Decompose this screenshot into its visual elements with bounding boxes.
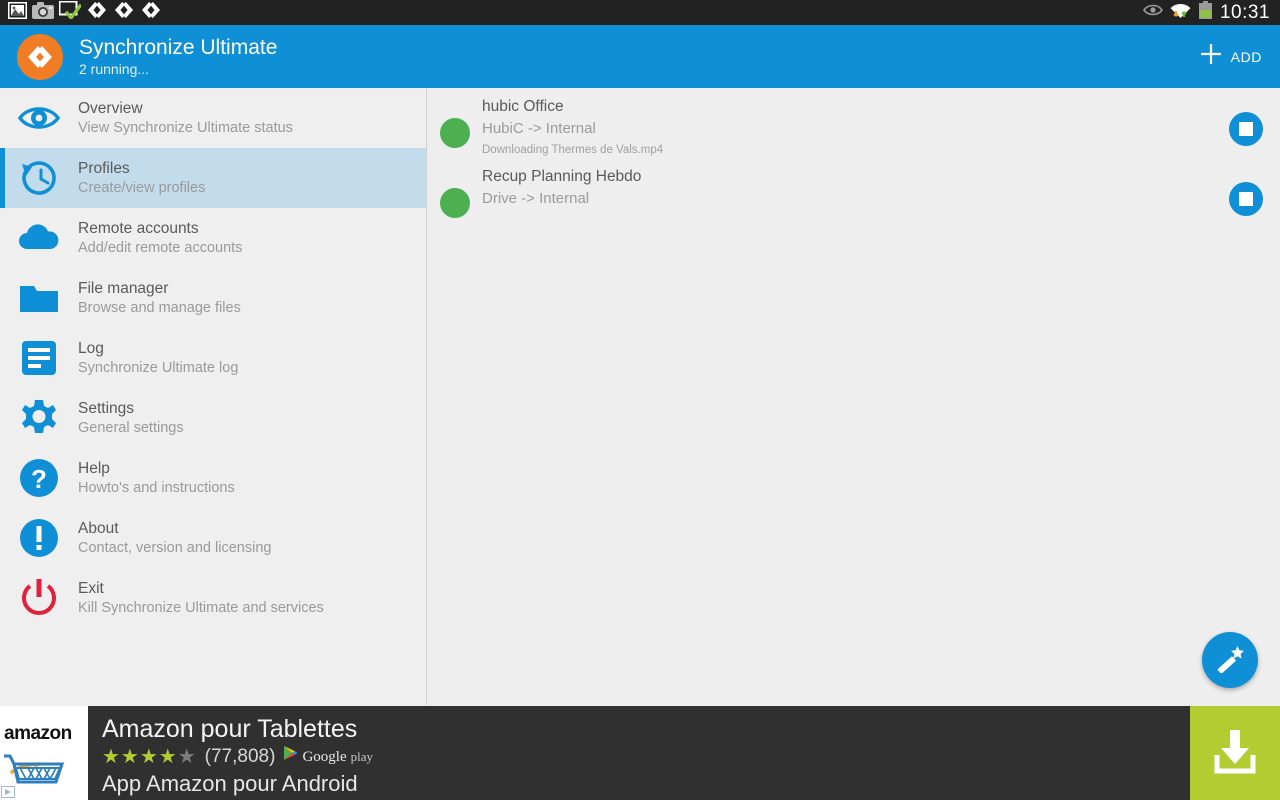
battery-icon bbox=[1198, 0, 1213, 25]
power-off-icon bbox=[17, 576, 61, 620]
eye-visibility-icon bbox=[1142, 3, 1163, 22]
profile-name: Recup Planning Hebdo bbox=[482, 168, 642, 185]
stop-profile-button[interactable] bbox=[1229, 182, 1263, 216]
history-clock-icon bbox=[17, 156, 61, 200]
sidebar-item-log[interactable]: Log Synchronize Ultimate log bbox=[0, 328, 426, 388]
download-icon bbox=[1208, 726, 1262, 781]
sync-notification-icon-2 bbox=[113, 1, 135, 24]
plus-icon bbox=[1198, 41, 1224, 72]
ad-install-button[interactable] bbox=[1190, 706, 1280, 800]
sidebar-item-sublabel: View Synchronize Ultimate status bbox=[78, 119, 293, 136]
sidebar-item-sublabel: Synchronize Ultimate log bbox=[78, 359, 239, 376]
profile-row[interactable]: hubic Office HubiC -> Internal Downloadi… bbox=[428, 88, 1280, 158]
profile-row[interactable]: Recup Planning Hebdo Drive -> Internal bbox=[428, 158, 1280, 218]
folder-icon bbox=[17, 276, 61, 320]
sidebar-item-about[interactable]: About Contact, version and licensing bbox=[0, 508, 426, 568]
sidebar-item-exit[interactable]: Exit Kill Synchronize Ultimate and servi… bbox=[0, 568, 426, 628]
sidebar-item-help[interactable]: ? Help Howto's and instructions bbox=[0, 448, 426, 508]
advertisement-banner[interactable]: amazon Amazon pour Tablettes ★★★★★ (77,8… bbox=[0, 706, 1280, 800]
sidebar-item-sublabel: General settings bbox=[78, 419, 184, 436]
ad-title: Amazon pour Tablettes bbox=[102, 715, 358, 743]
sidebar-item-label: Remote accounts bbox=[78, 219, 199, 237]
sidebar-item-overview[interactable]: Overview View Synchronize Ultimate statu… bbox=[0, 88, 426, 148]
info-exclamation-icon bbox=[17, 516, 61, 560]
ad-choices-icon[interactable] bbox=[1, 786, 15, 798]
google-play-label-2: play bbox=[350, 749, 373, 764]
synchronize-ultimate-logo bbox=[17, 33, 63, 80]
google-play-label: Google bbox=[302, 749, 347, 765]
svg-text:?: ? bbox=[31, 464, 47, 494]
stop-profile-button[interactable] bbox=[1229, 112, 1263, 146]
profile-activity-text: Downloading Thermes de Vals.mp4 bbox=[482, 144, 664, 156]
sidebar-item-label: About bbox=[78, 519, 119, 537]
ad-thumbnail: amazon bbox=[0, 706, 88, 800]
sync-notification-icon-1 bbox=[86, 1, 108, 24]
sidebar-item-label: Exit bbox=[78, 579, 104, 597]
sidebar-item-file-manager[interactable]: File manager Browse and manage files bbox=[0, 268, 426, 328]
status-bar-notification-icons bbox=[0, 0, 162, 24]
profile-status-indicator bbox=[428, 166, 482, 218]
profiles-list-panel: hubic Office HubiC -> Internal Downloadi… bbox=[428, 88, 1280, 705]
ad-text-body: Amazon pour Tablettes ★★★★★ (77,808) Goo… bbox=[88, 706, 1190, 800]
sidebar-item-sublabel: Kill Synchronize Ultimate and services bbox=[78, 599, 324, 616]
screenshot-captured-icon bbox=[58, 0, 83, 24]
magic-wand-icon bbox=[1215, 643, 1245, 678]
sidebar-item-label: Overview bbox=[78, 99, 143, 117]
ad-star-rating: ★★★★★ bbox=[102, 746, 197, 768]
running-status-dot bbox=[440, 118, 470, 148]
app-title: Synchronize Ultimate bbox=[79, 35, 278, 59]
profile-route: Drive -> Internal bbox=[482, 190, 590, 207]
ad-description: App Amazon pour Android bbox=[102, 771, 358, 796]
profile-route: HubiC -> Internal bbox=[482, 120, 596, 137]
gallery-image-icon bbox=[7, 1, 28, 24]
ad-rating-count: (77,808) bbox=[204, 746, 276, 767]
app-header-titles: Synchronize Ultimate 2 running... bbox=[79, 35, 277, 79]
sync-notification-icon-3 bbox=[140, 1, 162, 24]
stop-square-icon bbox=[1239, 122, 1253, 136]
profile-activity-text bbox=[482, 210, 1202, 212]
app-running-status: 2 running... bbox=[79, 60, 150, 77]
sidebar-item-settings[interactable]: Settings General settings bbox=[0, 388, 426, 448]
running-status-dot bbox=[440, 188, 470, 218]
cloud-icon bbox=[17, 216, 61, 260]
sidebar-item-label: File manager bbox=[78, 279, 169, 297]
camera-icon bbox=[32, 1, 54, 24]
create-profile-wizard-fab[interactable] bbox=[1202, 632, 1258, 688]
sidebar-item-sublabel: Add/edit remote accounts bbox=[78, 239, 243, 256]
wifi-data-transfer-icon bbox=[1170, 1, 1191, 24]
status-bar-clock: 10:31 bbox=[1219, 1, 1270, 23]
profile-name: hubic Office bbox=[482, 98, 564, 115]
sidebar-item-sublabel: Create/view profiles bbox=[78, 179, 206, 196]
sidebar-item-label: Help bbox=[78, 459, 110, 477]
profile-status-indicator bbox=[428, 96, 482, 148]
sidebar-item-label: Log bbox=[78, 339, 104, 357]
status-bar-system-icons: 10:31 bbox=[1142, 0, 1280, 25]
sidebar-item-sublabel: Browse and manage files bbox=[78, 299, 241, 316]
content-area: Overview View Synchronize Ultimate statu… bbox=[0, 88, 1280, 705]
android-status-bar: 10:31 bbox=[0, 0, 1280, 25]
stop-square-icon bbox=[1239, 192, 1253, 206]
question-mark-icon: ? bbox=[17, 456, 61, 500]
log-document-icon bbox=[17, 336, 61, 380]
sidebar-item-sublabel: Contact, version and licensing bbox=[78, 539, 272, 556]
sidebar-item-sublabel: Howto's and instructions bbox=[78, 479, 235, 496]
gear-icon bbox=[17, 396, 61, 440]
add-button-label: ADD bbox=[1230, 48, 1262, 65]
app-header-bar: Synchronize Ultimate 2 running... ADD bbox=[0, 25, 1280, 88]
add-profile-button[interactable]: ADD bbox=[1194, 35, 1266, 78]
navigation-sidebar: Overview View Synchronize Ultimate statu… bbox=[0, 88, 427, 705]
ad-rating-row: ★★★★★ (77,808) Google play bbox=[102, 745, 1190, 769]
eye-icon bbox=[17, 96, 61, 140]
google-play-triangle-icon bbox=[283, 745, 298, 769]
sidebar-item-label: Settings bbox=[78, 399, 135, 417]
sidebar-item-remote-accounts[interactable]: Remote accounts Add/edit remote accounts bbox=[0, 208, 426, 268]
sidebar-item-profiles[interactable]: Profiles Create/view profiles bbox=[0, 148, 426, 208]
google-play-badge: Google play bbox=[283, 745, 373, 769]
sidebar-item-label: Profiles bbox=[78, 159, 130, 177]
